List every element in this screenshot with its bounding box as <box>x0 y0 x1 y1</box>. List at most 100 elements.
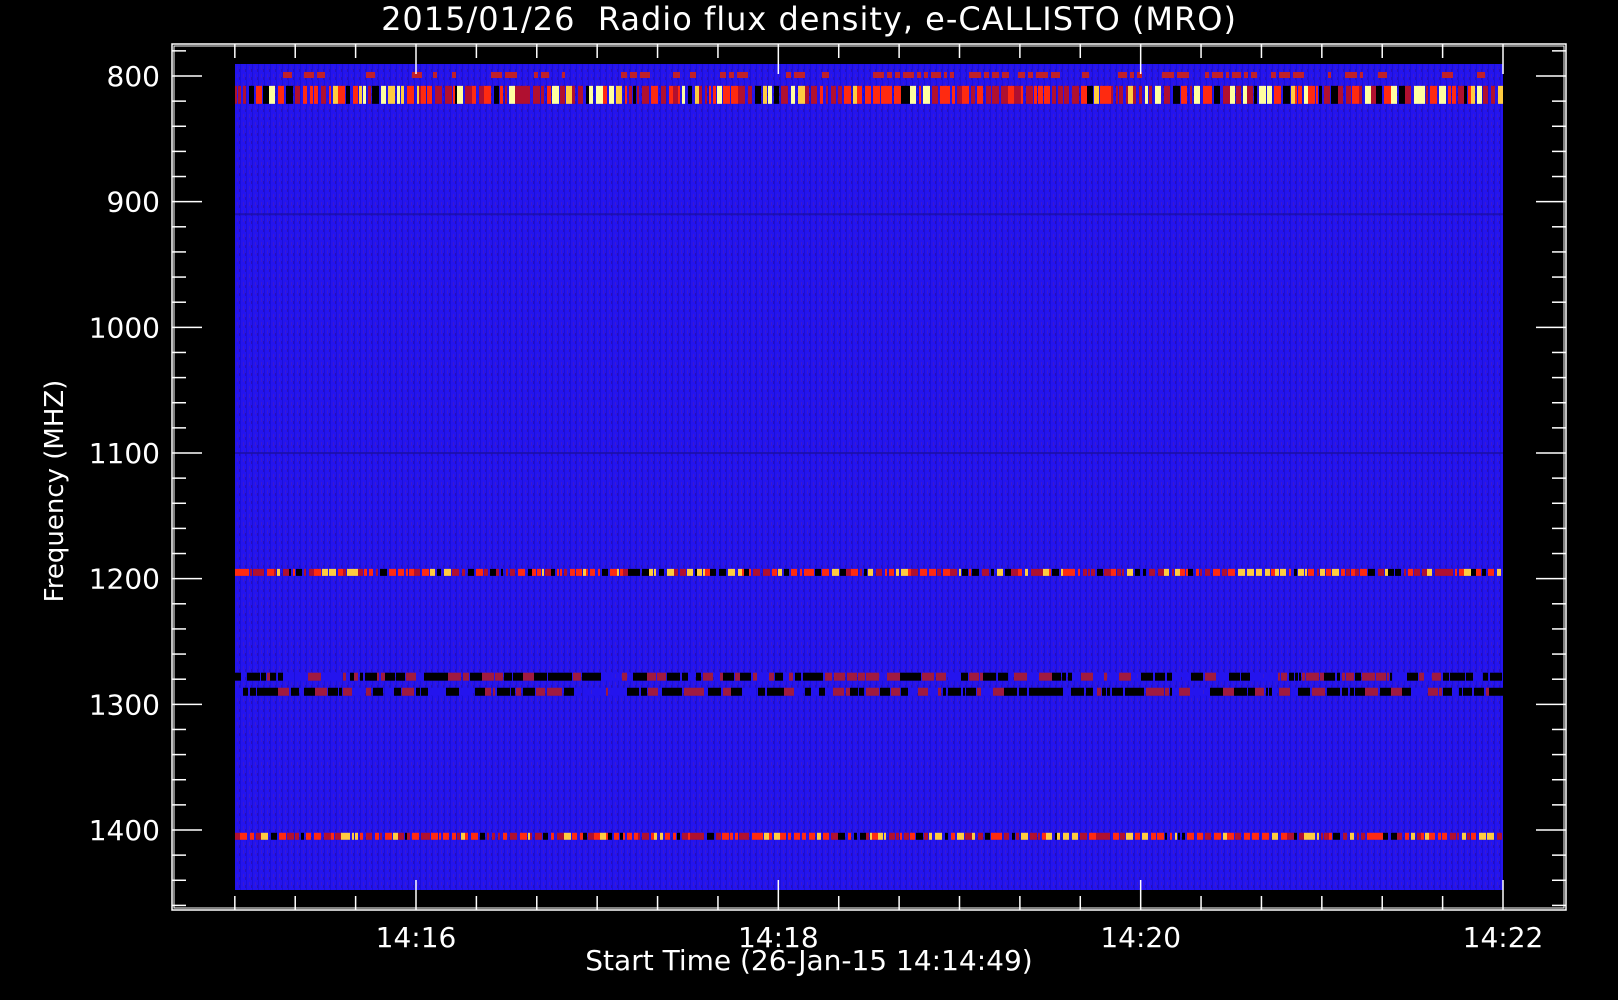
band-segment <box>791 85 795 104</box>
band-segment <box>934 687 937 696</box>
band-segment <box>825 672 832 681</box>
band-segment <box>373 687 383 696</box>
band-segment <box>1113 832 1119 840</box>
band-segment <box>1048 85 1050 104</box>
band-segment <box>889 832 895 840</box>
band-segment <box>593 687 606 696</box>
band-segment <box>594 832 600 840</box>
band-segment <box>633 568 640 576</box>
band-segment <box>1181 85 1187 104</box>
band-segment <box>1111 85 1113 104</box>
band-segment <box>510 568 515 576</box>
band-segment <box>1308 568 1314 576</box>
band-segment <box>1063 832 1069 840</box>
band-segment <box>1179 687 1190 696</box>
band-segment <box>1019 687 1024 696</box>
band-segment <box>1355 672 1361 681</box>
band-segment <box>1417 832 1421 840</box>
band-segment <box>1299 672 1301 681</box>
band-segment <box>815 568 821 576</box>
band-segment <box>439 832 441 840</box>
band-segment <box>1447 568 1453 576</box>
band-segment <box>1338 85 1343 104</box>
y-tick-label: 900 <box>107 186 160 219</box>
band-segment <box>471 832 478 840</box>
band-segment <box>993 687 1004 696</box>
band-segment <box>1096 832 1103 840</box>
band-segment <box>1407 672 1418 681</box>
band-segment <box>314 832 321 840</box>
band-segment <box>1485 672 1488 681</box>
band-segment <box>1405 832 1409 840</box>
band-segment <box>1001 85 1008 104</box>
band-segment <box>1387 687 1391 696</box>
band-segment <box>659 687 661 696</box>
band-segment <box>528 568 532 576</box>
band-segment <box>1244 832 1250 840</box>
band-segment <box>261 672 266 681</box>
band-segment <box>1295 85 1297 104</box>
y-tick-label: 1200 <box>89 563 160 596</box>
band-segment <box>661 85 666 104</box>
band-segment <box>321 672 332 681</box>
band-segment <box>1458 85 1464 104</box>
band-segment <box>1236 85 1241 104</box>
band-segment <box>419 85 421 104</box>
band-segment <box>1378 568 1384 576</box>
band-segment <box>1371 85 1376 104</box>
band-segment <box>1429 832 1435 840</box>
band-segment <box>1180 568 1185 576</box>
band-segment <box>1346 568 1350 576</box>
band-segment <box>859 687 864 696</box>
band-segment <box>739 832 742 840</box>
band-segment <box>1483 672 1485 681</box>
band-segment <box>551 832 554 840</box>
band-segment <box>910 85 916 104</box>
band-segment <box>1131 672 1137 681</box>
band-segment <box>775 672 783 681</box>
band-segment <box>1327 687 1340 696</box>
band-segment <box>428 687 436 696</box>
band-segment <box>788 832 791 840</box>
band-segment <box>1464 85 1467 104</box>
band-segment <box>343 568 346 576</box>
band-segment <box>358 568 363 576</box>
band-segment <box>1070 568 1075 576</box>
band-segment <box>1306 672 1319 681</box>
band-segment <box>794 832 800 840</box>
band-segment <box>1341 568 1345 576</box>
band-segment <box>1205 568 1210 576</box>
band-segment <box>1157 832 1164 840</box>
band-segment <box>1459 568 1464 576</box>
band-segment <box>743 687 756 696</box>
band-segment <box>1243 85 1247 104</box>
band-segment <box>789 672 793 681</box>
band-segment <box>1488 568 1494 576</box>
band-segment <box>1097 568 1103 576</box>
band-segment <box>1487 832 1494 840</box>
band-segment <box>682 672 688 681</box>
band-segment <box>1395 568 1401 576</box>
band-segment <box>948 672 961 681</box>
band-segment <box>616 85 622 104</box>
band-segment <box>628 568 633 576</box>
band-segment <box>261 832 268 840</box>
band-segment <box>1072 85 1079 104</box>
band-segment <box>1116 85 1118 104</box>
band-segment <box>864 568 867 576</box>
band-segment <box>1145 85 1148 104</box>
band-segment <box>1259 85 1266 104</box>
band-segment <box>1088 568 1090 576</box>
band-segment <box>896 568 899 576</box>
band-segment <box>1052 568 1059 576</box>
band-segment <box>1308 85 1315 104</box>
band-segment <box>616 672 621 681</box>
band-segment <box>943 568 950 576</box>
band-segment <box>708 687 721 696</box>
band-segment <box>620 832 623 840</box>
band-segment <box>1365 687 1378 696</box>
band-segment <box>774 832 780 840</box>
band-segment <box>398 568 402 576</box>
band-segment <box>476 568 483 576</box>
band-segment <box>1135 568 1140 576</box>
